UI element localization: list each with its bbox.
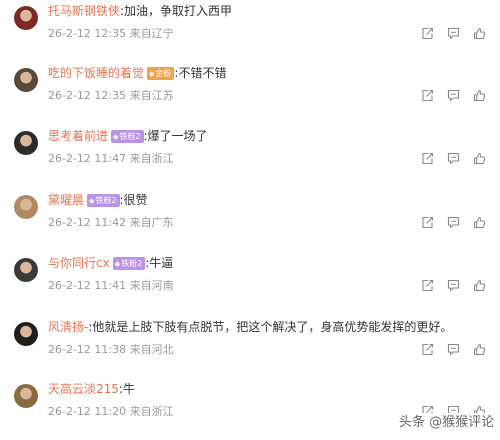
fan-badge: ◆铁粉2	[111, 130, 144, 143]
comment-text: :加油，争取打入西甲	[120, 4, 233, 18]
comment-text: :他就是上肢下肢有点脱节，把这个解决了，身高优势能发挥的更好。	[88, 320, 453, 334]
comment-item: 与你同行cx ◆铁粉2:牛逼 26-2-12 11:41 来自河南	[0, 252, 500, 312]
like-icon[interactable]	[473, 89, 486, 102]
diamond-icon: ◆	[114, 260, 121, 268]
comment-text: :很赞	[119, 193, 148, 207]
avatar[interactable]	[14, 68, 38, 92]
username-link[interactable]: 风清扬-	[48, 320, 88, 334]
username-link[interactable]: 托马斯钢铁侠	[48, 4, 120, 18]
share-icon[interactable]	[421, 152, 434, 165]
comment-meta: 26-2-12 11:41 来自河南	[48, 279, 174, 293]
diamond-icon: ◆	[113, 133, 119, 141]
badge-label: 铁粉2	[95, 196, 117, 205]
comment-location: 来自河北	[129, 343, 174, 356]
comment-line: 与你同行cx ◆铁粉2:牛逼	[48, 255, 173, 271]
comment-actions	[421, 216, 486, 232]
share-icon[interactable]	[421, 89, 434, 102]
badge-label: 金粉	[155, 69, 172, 78]
comment-icon[interactable]	[447, 27, 460, 40]
comment-meta: 26-2-12 11:20 来自浙江	[48, 405, 174, 419]
share-icon[interactable]	[421, 343, 434, 356]
comment-icon[interactable]	[447, 89, 460, 102]
comment-line: 天高云淡215:牛	[48, 381, 135, 397]
like-icon[interactable]	[473, 152, 486, 165]
share-icon[interactable]	[421, 279, 434, 292]
like-icon[interactable]	[473, 27, 486, 40]
comment-location: 来自浙江	[129, 405, 174, 418]
share-icon[interactable]	[421, 216, 434, 229]
like-icon[interactable]	[473, 279, 486, 292]
username-link[interactable]: 思考着前进	[48, 129, 108, 143]
comment-icon[interactable]	[447, 152, 460, 165]
comment-item: 风清扬-:他就是上肢下肢有点脱节，把这个解决了，身高优势能发挥的更好。 26-2-…	[0, 316, 500, 376]
share-icon[interactable]	[421, 27, 434, 40]
comment-time: 26-2-12 11:41	[48, 279, 127, 292]
comment-time: 26-2-12 11:47	[48, 152, 127, 165]
avatar[interactable]	[14, 6, 38, 30]
diamond-icon: ◆	[89, 197, 95, 205]
comment-item: 思考着前进 ◆铁粉2:爆了一场了 26-2-12 11:47 来自浙江	[0, 125, 500, 185]
comment-text: :牛	[118, 382, 135, 396]
comment-text: :牛逼	[145, 256, 174, 270]
comment-location: 来自河南	[129, 279, 174, 292]
avatar[interactable]	[14, 195, 38, 219]
comment-item: 托马斯钢铁侠:加油，争取打入西甲 26-2-12 12:35 来自辽宁	[0, 0, 500, 60]
avatar[interactable]	[14, 258, 38, 282]
comment-location: 来自江苏	[129, 89, 174, 102]
comment-actions	[421, 152, 486, 168]
comment-line: 思考着前进 ◆铁粉2:爆了一场了	[48, 128, 208, 144]
comment-time: 26-2-12 11:20	[48, 405, 127, 418]
avatar[interactable]	[14, 131, 38, 155]
comment-meta: 26-2-12 12:35 来自江苏	[48, 89, 174, 103]
comment-actions	[421, 343, 486, 359]
diamond-icon: ◆	[149, 70, 155, 78]
watermark: 头条 @猴猴评论	[399, 413, 495, 433]
comment-line: 吃的下饭睡的着觉 ◆金粉:不错不错	[48, 65, 226, 81]
comment-line: 风清扬-:他就是上肢下肢有点脱节，把这个解决了，身高优势能发挥的更好。	[48, 319, 452, 335]
comment-location: 来自广东	[129, 216, 174, 229]
comment-actions	[421, 27, 486, 43]
avatar[interactable]	[14, 384, 38, 408]
badge-label: 铁粉2	[119, 132, 141, 141]
comment-location: 来自辽宁	[129, 27, 174, 40]
comment-item: 吃的下饭睡的着觉 ◆金粉:不错不错 26-2-12 12:35 来自江苏	[0, 62, 500, 122]
comment-text: :爆了一场了	[143, 129, 208, 143]
comment-text: :不错不错	[174, 66, 227, 80]
comment-time: 26-2-12 12:35	[48, 89, 127, 102]
badge-label: 铁粉2	[121, 259, 143, 268]
comment-time: 26-2-12 12:35	[48, 27, 127, 40]
comment-meta: 26-2-12 12:35 来自辽宁	[48, 27, 174, 41]
username-link[interactable]: 天高云淡215	[48, 382, 119, 396]
fan-badge: ◆铁粉2	[112, 257, 146, 270]
comment-meta: 26-2-12 11:42 来自广东	[48, 216, 174, 230]
comment-line: 黛曜晨 ◆铁粉2:很赞	[48, 192, 148, 208]
fan-badge: ◆铁粉2	[87, 194, 120, 207]
like-icon[interactable]	[473, 216, 486, 229]
comment-time: 26-2-12 11:42	[48, 216, 127, 229]
comment-item: 黛曜晨 ◆铁粉2:很赞 26-2-12 11:42 来自广东	[0, 189, 500, 249]
comment-time: 26-2-12 11:38	[48, 343, 127, 356]
comment-line: 托马斯钢铁侠:加油，争取打入西甲	[48, 3, 232, 19]
username-link[interactable]: 吃的下饭睡的着觉	[48, 66, 144, 80]
fan-badge: ◆金粉	[147, 67, 175, 80]
username-link[interactable]: 黛曜晨	[48, 193, 84, 207]
comment-icon[interactable]	[447, 343, 460, 356]
comment-icon[interactable]	[447, 216, 460, 229]
comment-meta: 26-2-12 11:38 来自河北	[48, 343, 174, 357]
like-icon[interactable]	[473, 343, 486, 356]
avatar[interactable]	[14, 322, 38, 346]
comment-actions	[421, 279, 486, 295]
comment-icon[interactable]	[447, 279, 460, 292]
username-link[interactable]: 与你同行cx	[48, 256, 110, 270]
comment-meta: 26-2-12 11:47 来自浙江	[48, 152, 174, 166]
comment-actions	[421, 89, 486, 105]
comment-location: 来自浙江	[129, 152, 174, 165]
